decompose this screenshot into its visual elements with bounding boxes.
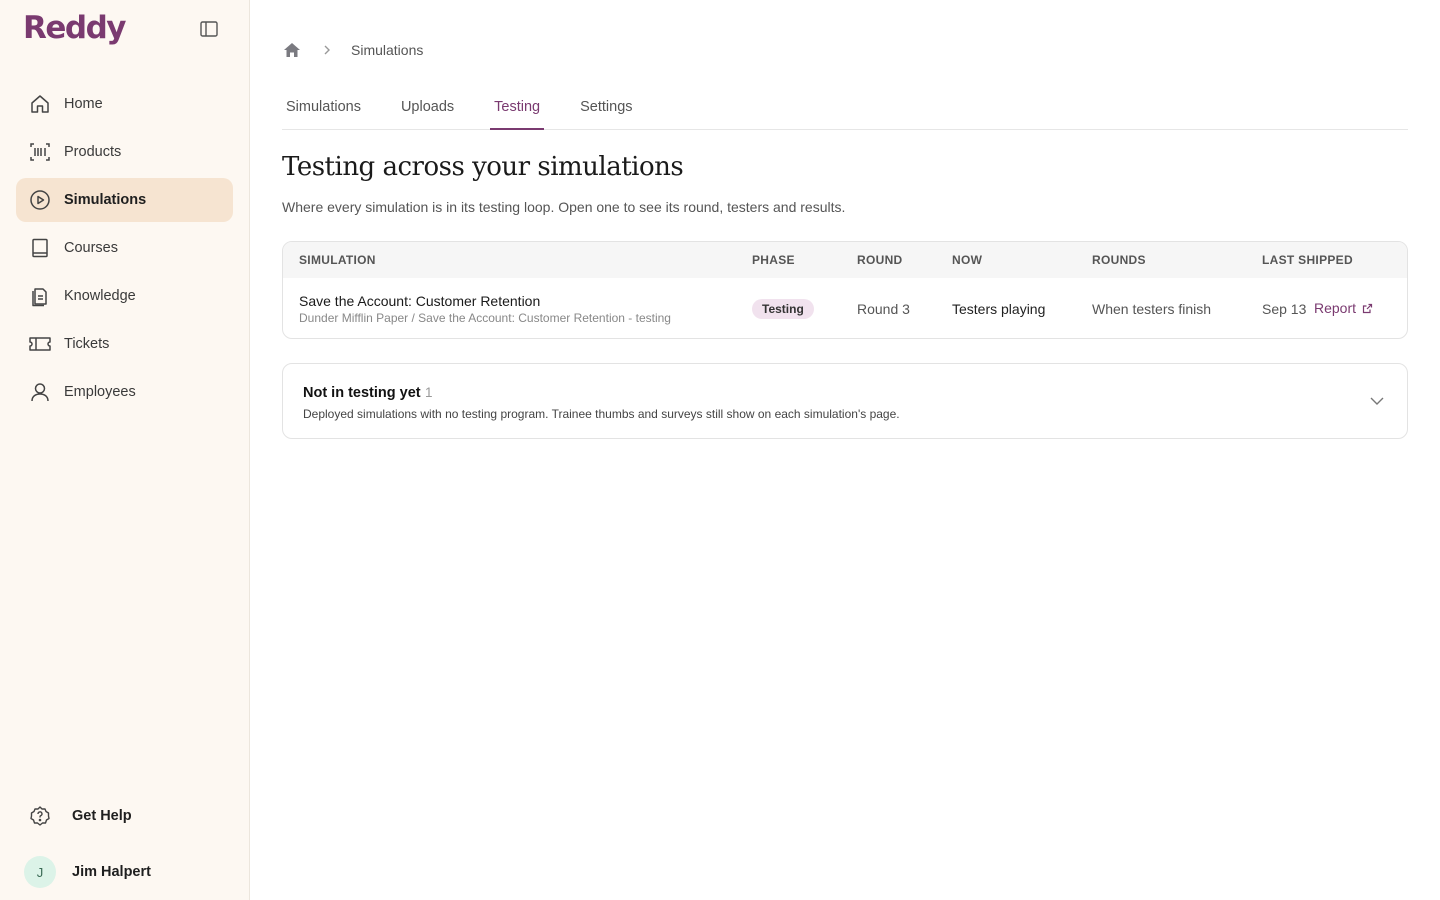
column-header-last-shipped: LAST SHIPPED <box>1262 253 1353 267</box>
document-icon <box>28 284 52 308</box>
tab-simulations[interactable]: Simulations <box>282 86 365 130</box>
phase-badge: Testing <box>752 299 814 319</box>
column-header-phase: PHASE <box>752 253 795 267</box>
sidebar-item-simulations[interactable]: Simulations <box>16 178 233 222</box>
user-icon <box>28 380 52 404</box>
breadcrumb: Simulations <box>283 40 423 60</box>
last-shipped-value: Sep 13 <box>1262 301 1307 317</box>
user-profile[interactable]: J Jim Halpert <box>24 856 151 888</box>
tab-uploads[interactable]: Uploads <box>397 86 458 130</box>
chevron-down-icon[interactable] <box>1369 393 1385 409</box>
section-count: 1 <box>425 385 433 400</box>
user-name: Jim Halpert <box>72 864 151 880</box>
book-icon <box>28 236 52 260</box>
tab-testing[interactable]: Testing <box>490 86 545 130</box>
round-value: Round 3 <box>857 301 910 317</box>
report-label: Report <box>1314 300 1357 316</box>
chevron-right-icon <box>323 44 331 56</box>
sidebar-item-label: Courses <box>64 240 118 256</box>
page-title: Testing across your simulations <box>282 152 684 182</box>
section-description: Deployed simulations with no testing pro… <box>303 407 900 421</box>
home-icon <box>28 92 52 116</box>
table-row[interactable]: Save the Account: Customer Retention Dun… <box>283 278 1407 338</box>
get-help-button[interactable]: Get Help <box>24 800 132 832</box>
get-help-label: Get Help <box>72 808 132 824</box>
sidebar-item-tickets[interactable]: Tickets <box>16 322 233 366</box>
column-header-rounds: ROUNDS <box>1092 253 1146 267</box>
now-value: Testers playing <box>952 301 1046 317</box>
play-circle-icon <box>28 188 52 212</box>
breadcrumb-current: Simulations <box>351 42 424 58</box>
sidebar-item-courses[interactable]: Courses <box>16 226 233 270</box>
column-header-now: NOW <box>952 253 983 267</box>
app-logo[interactable]: Reddy <box>23 10 126 46</box>
sidebar-item-label: Products <box>64 144 122 160</box>
sidebar-item-products[interactable]: Products <box>16 130 233 174</box>
sidebar-nav: Home Products Simulations Courses Knowle… <box>16 82 233 418</box>
sidebar-item-employees[interactable]: Employees <box>16 370 233 414</box>
sidebar-item-label: Simulations <box>64 192 147 208</box>
report-link[interactable]: Report <box>1314 300 1373 316</box>
sidebar-item-label: Employees <box>64 384 136 400</box>
tab-bar: Simulations Uploads Testing Settings <box>282 86 1408 130</box>
sidebar-item-label: Knowledge <box>64 288 136 304</box>
sidebar-toggle-icon[interactable] <box>198 19 220 39</box>
avatar: J <box>24 856 56 888</box>
section-title: Not in testing yet <box>303 385 421 401</box>
help-icon <box>24 800 56 832</box>
simulation-path: Dunder Mifflin Paper / Save the Account:… <box>299 311 671 325</box>
sidebar-item-label: Tickets <box>64 336 110 352</box>
table-header: SIMULATION PHASE ROUND NOW ROUNDS LAST S… <box>283 242 1407 278</box>
sidebar: Reddy Home Products Simulations Courses … <box>0 0 250 900</box>
tab-settings[interactable]: Settings <box>576 86 636 130</box>
testing-table: SIMULATION PHASE ROUND NOW ROUNDS LAST S… <box>282 241 1408 339</box>
column-header-round: ROUND <box>857 253 903 267</box>
sidebar-item-knowledge[interactable]: Knowledge <box>16 274 233 318</box>
external-link-icon <box>1362 303 1373 313</box>
simulation-name[interactable]: Save the Account: Customer Retention <box>299 293 540 309</box>
not-in-testing-section[interactable]: Not in testing yet 1 Deployed simulation… <box>282 363 1408 439</box>
sidebar-item-label: Home <box>64 96 103 112</box>
ticket-icon <box>28 332 52 356</box>
rounds-value: When testers finish <box>1092 301 1212 317</box>
column-header-simulation: SIMULATION <box>299 253 376 267</box>
home-icon[interactable] <box>283 41 301 59</box>
barcode-icon <box>28 140 52 164</box>
sidebar-item-home[interactable]: Home <box>16 82 233 126</box>
page-subtitle: Where every simulation is in its testing… <box>282 199 846 215</box>
